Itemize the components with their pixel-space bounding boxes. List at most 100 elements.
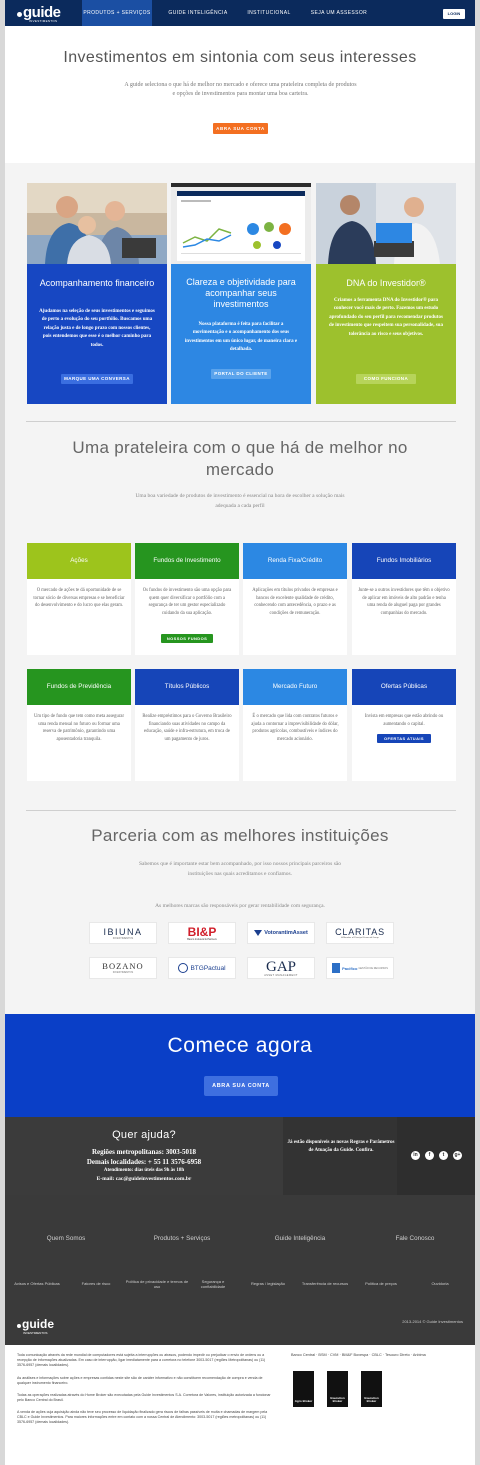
disclaimer-2: As análises e informações sobre ações e … [17, 1376, 263, 1386]
card-body: DNA do Investidor® Criamos a ferramenta … [316, 264, 456, 404]
open-account-button[interactable]: ABRA SUA CONTA [204, 1076, 278, 1096]
como-funciona-button[interactable]: COMO FUNCIONA [356, 374, 416, 384]
footer-produtos-servicos[interactable]: Produtos + Serviços [127, 1235, 237, 1242]
logo-gap-sub: ASSET MANAGEMENT [264, 973, 298, 977]
shelf-title: Uma prateleira com o que há de melhor no… [72, 438, 408, 479]
help-title: Quer ajuda? [112, 1129, 176, 1141]
logo-votorantim-text: VotorantimAsset [264, 930, 308, 936]
product-mercado-futuro[interactable]: Mercado Futuro É o mercado que lida com … [243, 669, 347, 781]
logo-claritas[interactable]: CLARITAS A Member of Principal Financial… [326, 922, 394, 944]
disclaimer-4: A venda de ações cuja aquisição ainda nã… [17, 1410, 268, 1425]
footer-quem-somos[interactable]: Quem Somos [11, 1235, 121, 1242]
logo-btg-text: BTGPactual [190, 964, 226, 972]
product-titulos-publicos[interactable]: Títulos Públicos Realize empréstimos par… [135, 669, 239, 781]
logo-bozano[interactable]: BOZANO INVESTIMENTOS [89, 957, 157, 979]
divider [26, 421, 456, 422]
card-title: Acompanhamento financeiro [39, 278, 155, 288]
logo-pacifico-sub: GESTÃO DE RECURSOS [358, 966, 388, 970]
logo-bip[interactable]: BI&P Banco Indusval & Partners [168, 922, 236, 944]
footer-link-avisos[interactable]: Avisos e Ofertas Públicas [7, 1278, 67, 1290]
btg-mark-icon [178, 963, 189, 973]
atendimento-hours: Atendimento: dias úteis das 9h às 18h [103, 1168, 185, 1173]
linkedin-icon[interactable]: in [411, 1151, 420, 1160]
product-acoes[interactable]: Ações O mercado de ações te dá oportunid… [27, 543, 131, 655]
product-title: Fundos Imobiliários [352, 543, 456, 579]
badge-label: Agro Broker [294, 1399, 313, 1404]
partners-title: Parceria com as melhores instituições [91, 826, 389, 845]
logo-ibiuna-sub: INVESTIMENTOS [112, 936, 134, 940]
marque-conversa-button[interactable]: MARQUE UMA CONVERSA [61, 374, 133, 384]
card-screenshot-platform [171, 183, 311, 264]
product-title: Fundos de Previdência [27, 669, 131, 705]
nav-institucional[interactable]: INSTITUCIONAL [241, 0, 297, 26]
logo-bip-text: BI&P [187, 924, 217, 939]
badge-execution-broker: Execution Broker [327, 1371, 348, 1407]
votorantim-mark-icon [254, 930, 263, 936]
card-body: Acompanhamento financeiro Ajudamos na se… [27, 264, 167, 404]
logo-votorantim[interactable]: VotorantimAsset [247, 922, 315, 944]
nav-produtos-servicos[interactable]: PRODUTOS + SERVIÇOS [82, 0, 152, 26]
nav-seja-assessor[interactable]: SEJA UM ASSESSOR [305, 0, 373, 26]
footer-guide-inteligencia[interactable]: Guide Inteligência [245, 1235, 355, 1242]
comece-agora-section: Comece agora ABRA SUA CONTA [5, 1014, 475, 1117]
social-panel [397, 1117, 475, 1195]
product-fundos-imobiliarios[interactable]: Fundos Imobiliários Junte-se a outros in… [352, 543, 456, 655]
facebook-icon[interactable]: f [425, 1151, 434, 1160]
footer-link-regras[interactable]: Regras / legislação [243, 1278, 293, 1290]
regulator-links[interactable]: Banco Central · BSM · CVM · BM&F Bovespa… [291, 1353, 471, 1357]
comece-title: Comece agora [167, 1034, 313, 1057]
product-text: Um tipo de fundo que tem como meta asseg… [33, 714, 125, 743]
help-bar: Quer ajuda? Regiões metropolitanas: 3003… [5, 1117, 475, 1195]
card-photo-couple [27, 183, 167, 264]
disclaimer-3: Todas as operações realizadas através do… [17, 1393, 271, 1403]
logo-btg[interactable]: BTGPactual [168, 957, 236, 979]
open-account-button[interactable]: ABRA SUA CONTA [213, 123, 268, 134]
portal-cliente-button[interactable]: PORTAL DO CLIENTE [211, 369, 271, 379]
product-title: Renda Fixa/Crédito [243, 543, 347, 579]
twitter-icon[interactable]: t [439, 1151, 448, 1160]
disclaimer-1: Toda comunicação através da rede mundial… [17, 1353, 266, 1368]
footer-link-ouvidoria[interactable]: Ouvidoria [415, 1278, 465, 1290]
googleplus-icon[interactable]: g+ [453, 1151, 462, 1160]
contact-email[interactable]: E-mail: cac@guideinvestimentos.com.br [5, 1176, 283, 1182]
logo-ibiuna[interactable]: IBIUNA INVESTIMENTOS [89, 922, 157, 944]
footer-link-privacidade[interactable]: Política de privacidade e termos de uso [125, 1278, 189, 1290]
regras-news[interactable]: Já estão disponíveis as novas Regras e P… [287, 1139, 395, 1154]
nav-guide-inteligencia[interactable]: GUIDE INTELIGÊNCIA [163, 0, 233, 26]
footer-logo[interactable]: guide INVESTIMENTOS [17, 1317, 54, 1335]
footer-link-fatores-risco[interactable]: Fatores de risco [71, 1278, 121, 1290]
product-title: Ofertas Públicas [352, 669, 456, 705]
footer-links-row: Avisos e Ofertas Públicas Fatores de ris… [5, 1278, 475, 1290]
copyright: 2013-2014 © Guide Investimentos [402, 1319, 463, 1324]
product-text: Aplicações em títulos privados de empres… [252, 588, 338, 617]
footer-link-transferencia[interactable]: Transferência de recursos [301, 1278, 349, 1290]
logo-gap-text: GAP [265, 958, 296, 975]
product-ofertas-publicas[interactable]: Ofertas Públicas Invista em empresas que… [352, 669, 456, 781]
footer-fale-conosco[interactable]: Fale Conosco [360, 1235, 470, 1242]
card-photo-meeting [316, 183, 456, 264]
product-renda-fixa[interactable]: Renda Fixa/Crédito Aplicações em títulos… [243, 543, 347, 655]
card-dna: DNA do Investidor® Criamos a ferramenta … [316, 183, 456, 404]
card-acompanhamento: Acompanhamento financeiro Ajudamos na se… [27, 183, 167, 404]
product-text: Junte-se a outros investidores que têm o… [358, 588, 450, 617]
ofertas-atuais-button[interactable]: OFERTAS ATUAIS [377, 734, 431, 743]
guide-logo[interactable]: guide INVESTIMENTOS [17, 4, 61, 23]
card-text: Nossa plataforma é feita para facilitar … [184, 322, 298, 353]
card-title: Clareza e objetividade para acompanhar s… [186, 277, 296, 309]
phone-demais: Demais localidades: + 55 11 3576-6958 [86, 1158, 202, 1166]
logo-ibiuna-text: IBIUNA [103, 926, 143, 937]
footer-logo-sub: INVESTIMENTOS [23, 1331, 48, 1335]
nossos-fundos-button[interactable]: NOSSOS FUNDOS [161, 634, 213, 643]
top-nav: guide INVESTIMENTOS PRODUTOS + SERVIÇOS … [5, 0, 475, 26]
product-fundos-investimento[interactable]: Fundos de Investimento Os fundos de inve… [135, 543, 239, 655]
logo-claritas-text: CLARITAS [335, 927, 385, 937]
logo-gap[interactable]: GAP ASSET MANAGEMENT [247, 957, 315, 979]
hero-title: Investimentos em sintonia com seus inter… [63, 49, 417, 66]
partners-text: Sabemos que é importante estar bem acomp… [138, 861, 342, 877]
footer-link-precos[interactable]: Política de preços [355, 1278, 407, 1290]
login-button[interactable]: LOGIN [443, 9, 465, 19]
product-previdencia[interactable]: Fundos de Previdência Um tipo de fundo q… [27, 669, 131, 781]
footer-link-seguranca[interactable]: Segurança e confiabilidade [191, 1278, 235, 1290]
product-text: Os fundos de investimento são uma opção … [142, 588, 232, 617]
logo-pacifico[interactable]: Pacifico GESTÃO DE RECURSOS [326, 957, 394, 979]
